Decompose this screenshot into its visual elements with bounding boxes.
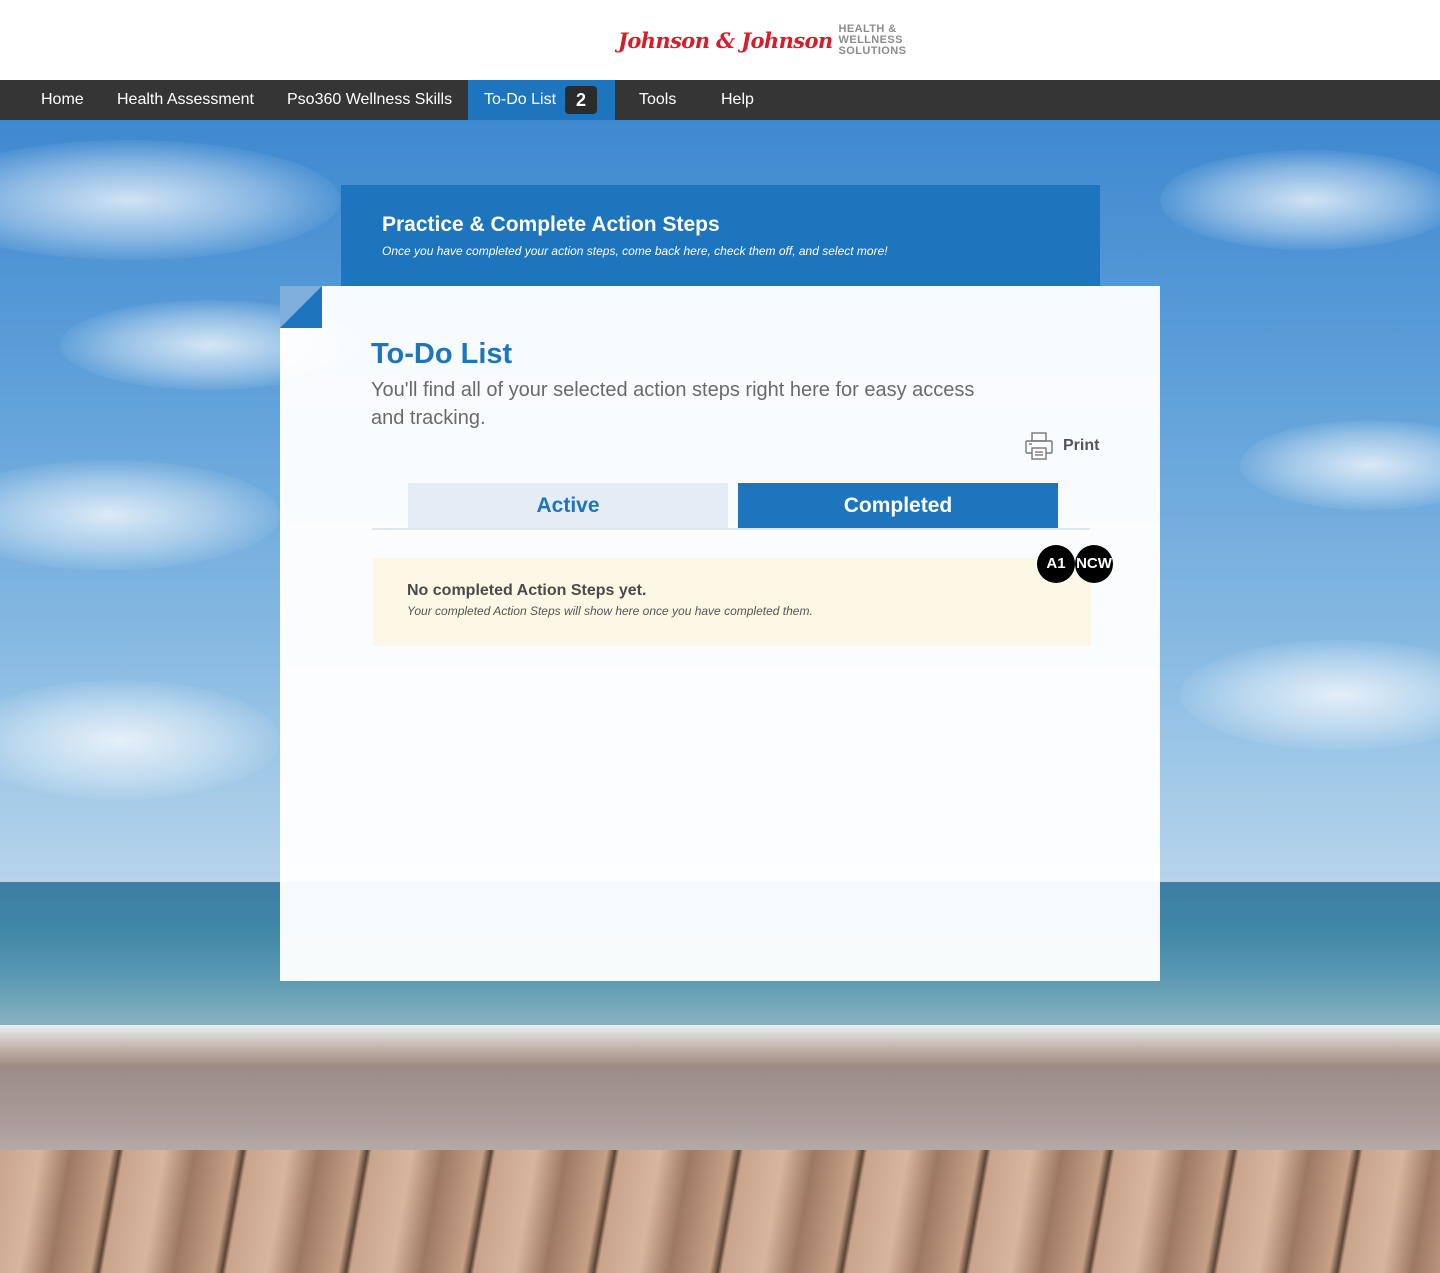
cloud: [1180, 640, 1440, 750]
todo-count-badge: 2: [565, 86, 597, 114]
site-header: Johnson & Johnson HEALTH & WELLNESS SOLU…: [0, 0, 1440, 80]
brand-logo[interactable]: Johnson & Johnson HEALTH & WELLNESS SOLU…: [618, 24, 906, 57]
logo-wordmark: Johnson & Johnson: [618, 28, 833, 53]
nav-item-todo-list[interactable]: To-Do List 2: [468, 80, 615, 120]
nav-item-wellness-skills[interactable]: Pso360 Wellness Skills: [287, 80, 452, 120]
logo-tagline-line: SOLUTIONS: [838, 45, 907, 57]
printer-icon: [1025, 432, 1053, 460]
banner-subtitle: Once you have completed your action step…: [382, 244, 888, 258]
nav-item-health-assessment[interactable]: Health Assessment: [117, 80, 254, 120]
nav-item-tools[interactable]: Tools: [639, 80, 676, 120]
sand: [0, 1065, 1440, 1155]
nav-item-label: To-Do List: [484, 91, 557, 108]
beach-background: Practice & Complete Action Steps Once yo…: [0, 120, 1440, 1273]
main-nav: Home Health Assessment Pso360 Wellness S…: [0, 80, 1440, 120]
empty-state-notice: No completed Action Steps yet. Your comp…: [373, 558, 1091, 646]
corner-fold: [280, 286, 322, 328]
todo-card: To-Do List You'll find all of your selec…: [280, 286, 1160, 981]
nav-item-help[interactable]: Help: [721, 80, 754, 120]
empty-state-title: No completed Action Steps yet.: [407, 582, 647, 599]
page-description: You'll find all of your selected action …: [371, 379, 975, 429]
empty-state-subtitle: Your completed Action Steps will show he…: [407, 604, 813, 618]
print-button[interactable]: Print: [1024, 431, 1099, 461]
logo-tagline: HEALTH & WELLNESS SOLUTIONS: [839, 24, 907, 57]
print-label: Print: [1063, 437, 1100, 454]
nav-item-home[interactable]: Home: [41, 80, 84, 120]
banner-title: Practice & Complete Action Steps: [382, 213, 720, 236]
overlay-chip-a1[interactable]: A1: [1037, 545, 1075, 583]
surf: [0, 1025, 1440, 1065]
wooden-deck: [0, 1150, 1440, 1273]
action-steps-banner: Practice & Complete Action Steps Once yo…: [341, 185, 1100, 286]
cloud: [1160, 150, 1440, 250]
cloud: [0, 460, 280, 570]
tab-divider: [372, 528, 1090, 530]
cloud: [0, 680, 280, 800]
page-title: To-Do List: [371, 338, 513, 370]
tab-active[interactable]: Active: [408, 483, 728, 529]
tab-completed[interactable]: Completed: [738, 483, 1058, 529]
cloud: [0, 140, 340, 260]
overlay-chip-ncw[interactable]: NCW: [1075, 545, 1113, 583]
cloud: [1240, 420, 1440, 510]
